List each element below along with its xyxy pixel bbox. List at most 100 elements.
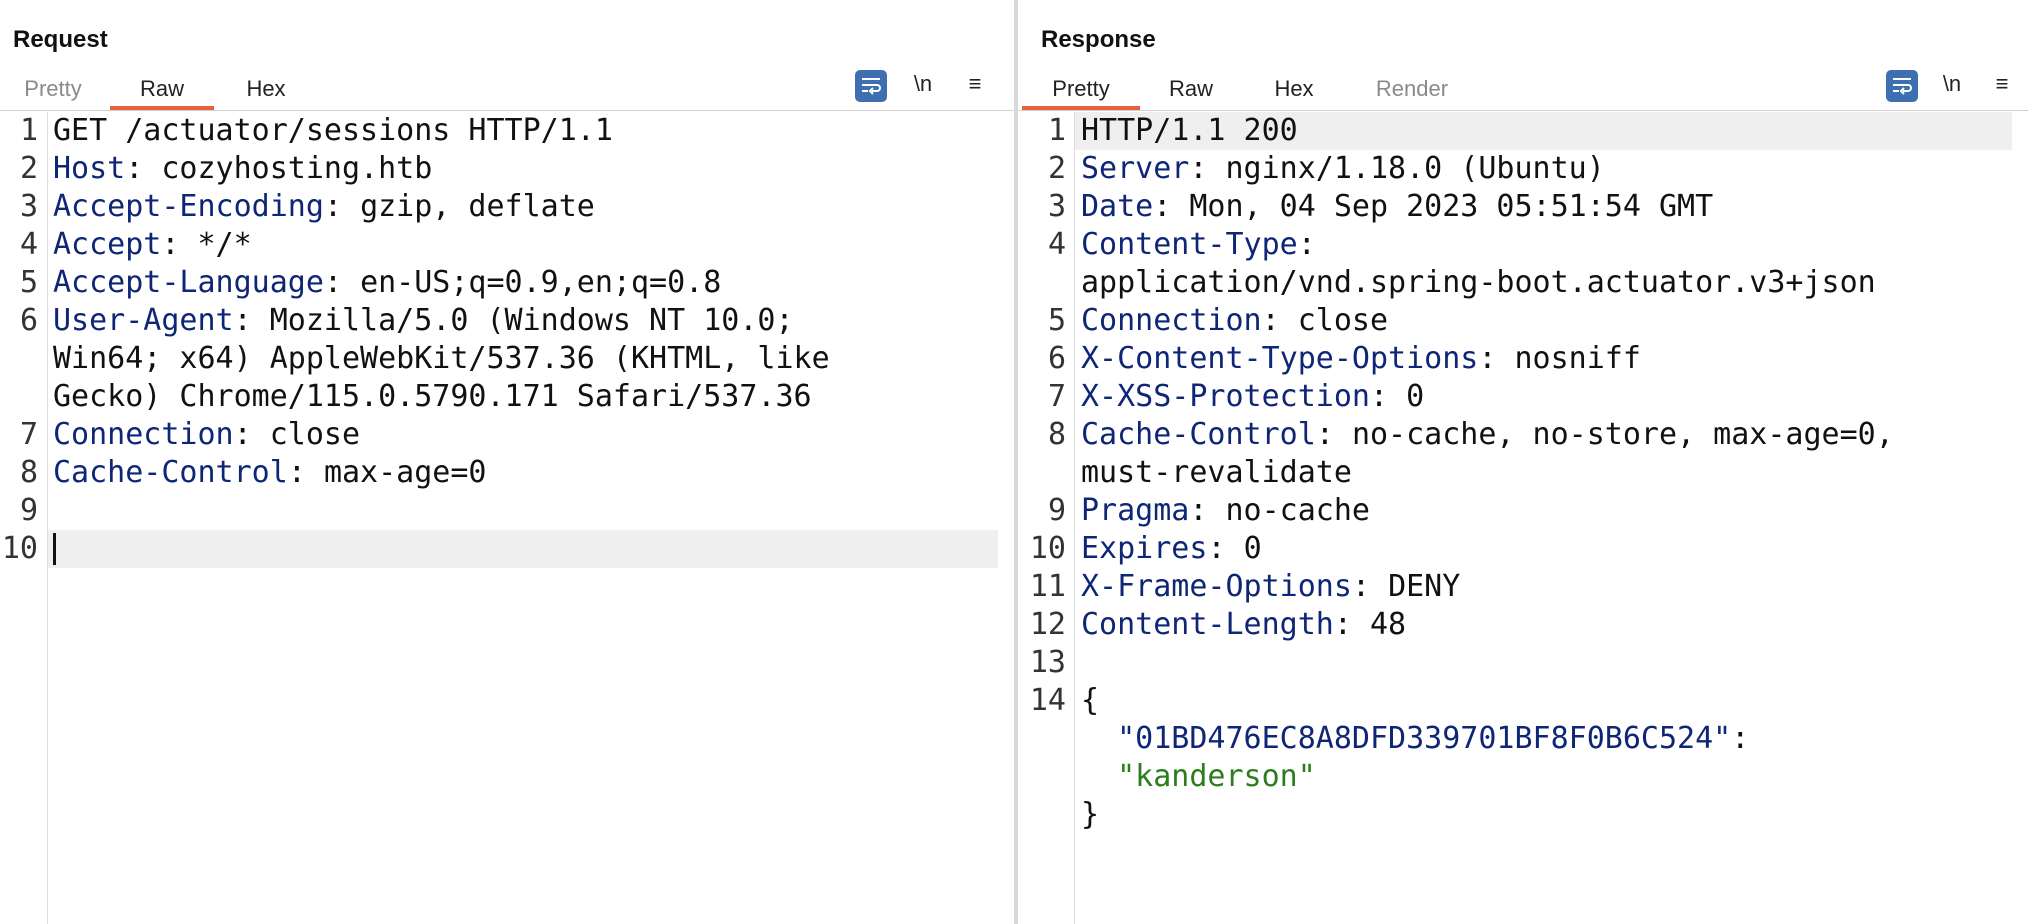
response-header-value: DENY bbox=[1388, 569, 1461, 604]
response-line: 8 Cache-Control: no-cache, no-store, max-… bbox=[1018, 416, 2028, 454]
request-tab-pretty[interactable]: Pretty bbox=[22, 76, 84, 110]
request-header-name: Accept bbox=[53, 227, 162, 262]
request-line: 3 Accept-Encoding: gzip, deflate bbox=[0, 188, 1014, 226]
response-line-number: 9 bbox=[1047, 493, 1066, 528]
response-line-number: 8 bbox=[1047, 417, 1066, 452]
response-header-name: Expires bbox=[1081, 531, 1208, 566]
request-header-value: close bbox=[269, 417, 361, 452]
request-line-code: Cache-Control: max-age=0 bbox=[53, 455, 487, 490]
response-line: "kanderson" bbox=[1018, 758, 2028, 796]
response-header-name: X-Frame-Options bbox=[1081, 569, 1352, 604]
response-line: 7 X-XSS-Protection: 0 bbox=[1018, 378, 2028, 416]
request-editor[interactable]: 1 GET /actuator/sessions HTTP/1.1 2 Host: c… bbox=[0, 112, 1014, 924]
request-menu-button[interactable]: ≡ bbox=[959, 68, 991, 100]
response-tab-pretty[interactable]: Pretty bbox=[1022, 76, 1140, 110]
request-pane: Request Pretty Raw Hex \n ≡ 1 GET /actuat… bbox=[0, 0, 1014, 924]
response-line-code: application/vnd.spring-boot.actuator.v3+… bbox=[1081, 264, 1876, 302]
request-text: GET /actuator/sessions HTTP/1.1 bbox=[53, 113, 613, 148]
response-line-number: 11 bbox=[1029, 569, 1066, 604]
response-header-value: 0 bbox=[1243, 531, 1262, 566]
response-line-code: X-Frame-Options: DENY bbox=[1081, 569, 1461, 604]
request-wrap-lines-button[interactable] bbox=[855, 70, 887, 102]
response-line: 4 Content-Type: bbox=[1018, 226, 2028, 264]
response-line: "01BD476EC8A8DFD339701BF8F0B6C524": bbox=[1018, 720, 2028, 758]
response-line-code: Pragma: no-cache bbox=[1081, 493, 1371, 528]
request-tab-hex[interactable]: Hex bbox=[244, 76, 288, 110]
hamburger-menu-icon: ≡ bbox=[1995, 71, 2009, 96]
request-line-number: 9 bbox=[19, 493, 38, 528]
response-line-number: 3 bbox=[1047, 189, 1066, 224]
request-text: Gecko) Chrome/115.0.5790.171 Safari/537.… bbox=[53, 379, 812, 414]
response-line-code: "01BD476EC8A8DFD339701BF8F0B6C524": bbox=[1081, 720, 1749, 758]
response-pane: Response Pretty Raw Hex Render \n ≡ 1 HTT… bbox=[1018, 0, 2028, 924]
response-editor[interactable]: 1 HTTP/1.1 200 2 Server: nginx/1.18.0 (Ubun… bbox=[1018, 112, 2028, 924]
request-line-number: 7 bbox=[19, 417, 38, 452]
response-tab-render[interactable]: Render bbox=[1372, 76, 1452, 110]
response-json-key: "01BD476EC8A8DFD339701BF8F0B6C524" bbox=[1117, 721, 1732, 756]
response-header-value: no-cache bbox=[1225, 493, 1371, 528]
response-line: 10 Expires: 0 bbox=[1018, 530, 2028, 568]
request-line-number: 8 bbox=[19, 455, 38, 490]
request-line: Win64; x64) AppleWebKit/537.36 (KHTML, l… bbox=[0, 340, 1014, 378]
response-line-code: Content-Length: 48 bbox=[1081, 607, 1407, 642]
request-line-number: 3 bbox=[19, 189, 38, 224]
request-header-name: Accept-Encoding bbox=[53, 189, 324, 224]
request-line-code: Gecko) Chrome/115.0.5790.171 Safari/537.… bbox=[53, 378, 812, 416]
request-header-value: */* bbox=[197, 227, 252, 262]
request-line-code: User-Agent: Mozilla/5.0 (Windows NT 10.0… bbox=[53, 303, 794, 338]
response-line-code: Cache-Control: no-cache, no-store, max-a… bbox=[1081, 417, 1894, 452]
request-tab-raw[interactable]: Raw bbox=[110, 76, 214, 110]
request-header-value: en-US;q=0.9,en;q=0.8 bbox=[360, 265, 722, 300]
response-line-number: 5 bbox=[1047, 303, 1066, 338]
response-text: } bbox=[1081, 797, 1100, 832]
request-line: 6 User-Agent: Mozilla/5.0 (Windows NT 10.… bbox=[0, 302, 1014, 340]
request-line: 7 Connection: close bbox=[0, 416, 1014, 454]
response-header-name: X-Content-Type-Options bbox=[1081, 341, 1479, 376]
response-header-value: 48 bbox=[1370, 607, 1407, 642]
request-header-name: Cache-Control bbox=[53, 455, 288, 490]
request-header-name: User-Agent bbox=[53, 303, 234, 338]
request-header-value: cozyhosting.htb bbox=[161, 151, 433, 186]
response-header-name: Content-Type bbox=[1081, 227, 1298, 262]
response-line: 6 X-Content-Type-Options: nosniff bbox=[1018, 340, 2028, 378]
request-line-code: Host: cozyhosting.htb bbox=[53, 151, 433, 186]
response-text: must-revalidate bbox=[1081, 455, 1352, 490]
response-text: { bbox=[1081, 683, 1100, 718]
request-line: 4 Accept: */* bbox=[0, 226, 1014, 264]
request-line: Gecko) Chrome/115.0.5790.171 Safari/537.… bbox=[0, 378, 1014, 416]
request-line-number: 5 bbox=[19, 265, 38, 300]
request-line: 10 bbox=[0, 530, 1014, 568]
response-header-value: Mon, 04 Sep 2023 05:51:54 GMT bbox=[1189, 189, 1714, 224]
response-header-name: Pragma bbox=[1081, 493, 1190, 528]
response-line-number: 10 bbox=[1029, 531, 1066, 566]
request-line-number: 2 bbox=[19, 151, 38, 186]
request-newline-toggle[interactable]: \n bbox=[907, 68, 939, 100]
response-line-number: 13 bbox=[1029, 645, 1066, 680]
response-tab-hex[interactable]: Hex bbox=[1272, 76, 1316, 110]
response-line-code: must-revalidate bbox=[1081, 454, 1352, 492]
response-newline-toggle[interactable]: \n bbox=[1936, 68, 1968, 100]
response-line-number: 4 bbox=[1047, 227, 1066, 262]
response-header-value: 0 bbox=[1406, 379, 1425, 414]
response-line: 1 HTTP/1.1 200 bbox=[1018, 112, 2028, 150]
response-line: application/vnd.spring-boot.actuator.v3+… bbox=[1018, 264, 2028, 302]
response-header-name: Date bbox=[1081, 189, 1154, 224]
response-line-code: HTTP/1.1 200 bbox=[1081, 112, 1298, 150]
request-line: 9 bbox=[0, 492, 1014, 530]
request-line-number: 6 bbox=[19, 303, 38, 338]
response-menu-button[interactable]: ≡ bbox=[1986, 68, 2018, 100]
response-wrap-lines-button[interactable] bbox=[1886, 70, 1918, 102]
request-line-code: Connection: close bbox=[53, 417, 361, 452]
response-line-code: Server: nginx/1.18.0 (Ubuntu) bbox=[1081, 151, 1605, 186]
response-line-code: X-XSS-Protection: 0 bbox=[1081, 379, 1425, 414]
response-line: 3 Date: Mon, 04 Sep 2023 05:51:54 GMT bbox=[1018, 188, 2028, 226]
response-line: 13 bbox=[1018, 644, 2028, 682]
response-tab-raw[interactable]: Raw bbox=[1166, 76, 1216, 110]
request-line-code: Accept-Language: en-US;q=0.9,en;q=0.8 bbox=[53, 265, 722, 300]
response-line-code: "kanderson" bbox=[1081, 758, 1316, 796]
response-line: 12 Content-Length: 48 bbox=[1018, 606, 2028, 644]
response-header-name: Content-Length bbox=[1081, 607, 1334, 642]
response-line-number: 6 bbox=[1047, 341, 1066, 376]
request-line: 8 Cache-Control: max-age=0 bbox=[0, 454, 1014, 492]
wrap-lines-icon bbox=[862, 78, 881, 95]
